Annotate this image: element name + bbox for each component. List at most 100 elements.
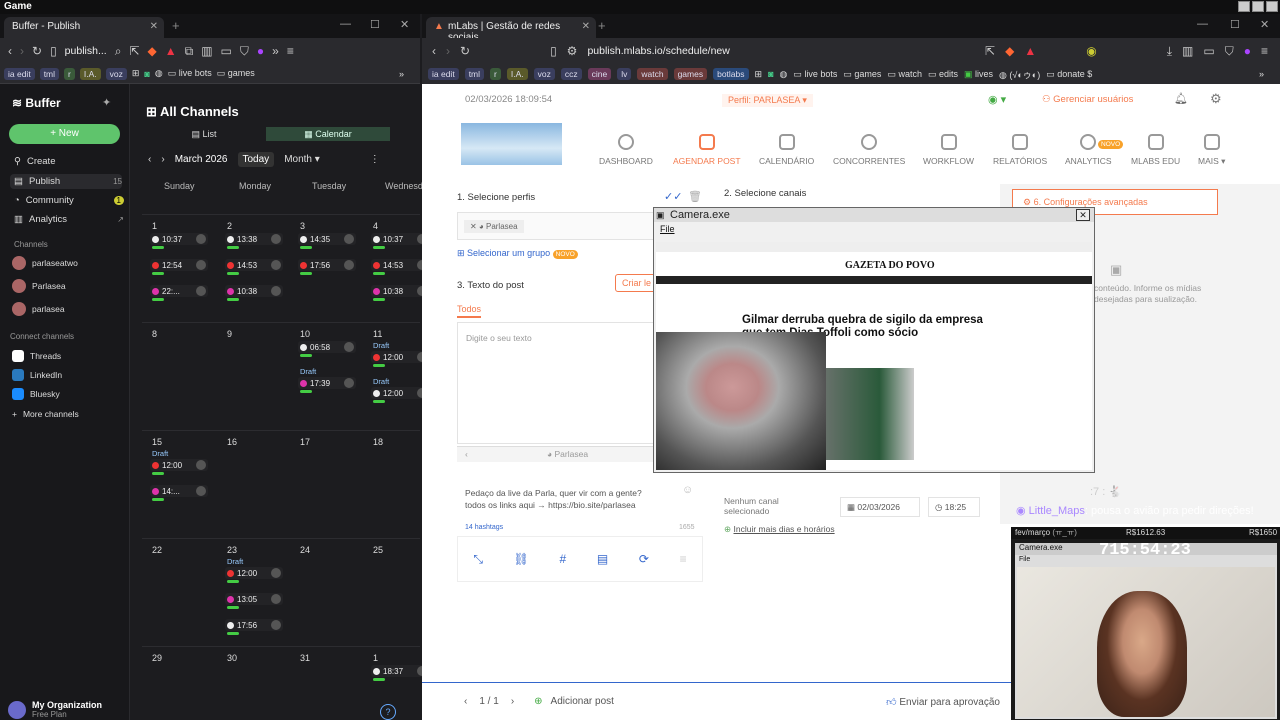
month-mode-select[interactable]: Month ▾ <box>284 154 320 165</box>
scheduled-post[interactable]: 14:53 <box>371 259 429 271</box>
day-number[interactable]: 16 <box>227 437 237 447</box>
globe-icon[interactable]: ◍ <box>780 69 788 80</box>
prev-page-icon[interactable]: ‹ <box>464 696 467 707</box>
bookmark-ia[interactable]: I.A. <box>506 68 528 80</box>
bookmark-ia-edit[interactable]: ia edit <box>4 67 35 80</box>
wallet-icon[interactable]: ▭ <box>221 44 232 58</box>
date-picker[interactable]: ▦ 02/03/2026 <box>840 497 920 517</box>
menu-dashboard[interactable]: DASHBOARD <box>599 134 653 166</box>
chevron-left-icon[interactable]: ‹ <box>465 449 468 459</box>
folder-games[interactable]: ▭ games <box>217 68 255 79</box>
today-button[interactable]: Today <box>237 152 275 167</box>
scheduled-post[interactable]: 18:37 <box>371 665 429 677</box>
bookmark-icon[interactable]: ▯ <box>550 44 557 58</box>
day-number[interactable]: 31 <box>300 653 310 663</box>
nav-publish[interactable]: ▤ Publish 15 <box>10 174 122 189</box>
more-days-link[interactable]: ⊕ Incluir mais dias e horários <box>724 524 835 535</box>
bookmark-cine[interactable]: cine <box>587 68 612 80</box>
leo-icon[interactable]: ● <box>257 44 264 58</box>
minimize-icon[interactable]: — <box>1197 18 1208 30</box>
bookmark-ia[interactable]: I.A. <box>79 67 101 80</box>
sidebar-icon[interactable]: ▥ <box>201 44 212 58</box>
select-all-icon[interactable]: ✓✓ <box>664 190 682 203</box>
more-channels[interactable]: + More channels <box>12 409 79 419</box>
download-icon[interactable]: ⤓ <box>1167 44 1172 59</box>
profile-chip[interactable]: ✕ ◕ Parlasea <box>464 220 524 233</box>
org-switcher[interactable]: My Organization Free Plan <box>8 700 102 719</box>
day-number[interactable]: 4 <box>373 221 378 231</box>
scheduled-post[interactable]: 10:37 <box>150 233 208 245</box>
connect-threads[interactable]: Threads <box>12 350 61 362</box>
nav-analytics[interactable]: ▥ Analytics ↗ <box>14 214 124 225</box>
folder-live-bots[interactable]: ▭ live bots <box>793 69 837 80</box>
scheduled-post[interactable]: 14:... <box>150 485 208 497</box>
scheduled-post[interactable]: 17:39 <box>298 377 356 389</box>
buffer-logo[interactable]: ≋ Buffer <box>12 96 61 110</box>
connect-linkedin[interactable]: LinkedIn <box>12 369 62 381</box>
bookmark-games[interactable]: games <box>673 68 708 80</box>
menu-concorrentes[interactable]: CONCORRENTES <box>833 134 905 166</box>
camera-titlebar[interactable]: ▣ Camera.exe <box>654 208 1094 222</box>
menu-analytics[interactable]: ANALYTICS <box>1065 134 1112 166</box>
day-number[interactable]: 22 <box>152 545 162 555</box>
more-icon[interactable]: » <box>272 44 279 58</box>
create-button[interactable]: Criar le <box>615 274 659 292</box>
share-icon[interactable]: ⇱ <box>985 44 995 58</box>
day-number[interactable]: 17 <box>300 437 310 447</box>
profile-select-box[interactable]: ✕ ◕ Parlasea <box>457 212 657 240</box>
scheduled-post[interactable]: 13:38 <box>225 233 283 245</box>
scheduled-post[interactable]: 14:53 <box>225 259 283 271</box>
document-icon[interactable]: ▤ <box>597 552 608 566</box>
day-number[interactable]: 23 <box>227 545 237 555</box>
brave-shield-icon[interactable]: ◆ <box>148 44 157 58</box>
more-bookmarks-icon[interactable]: » <box>399 69 404 79</box>
repeat-icon[interactable]: ⟳ <box>639 552 649 566</box>
add-post-button[interactable]: Adicionar post <box>551 696 614 707</box>
extensions-icon[interactable]: ◉ <box>1086 44 1096 58</box>
scheduled-post[interactable]: 12:00 <box>371 351 429 363</box>
day-number[interactable]: 11 <box>373 329 382 339</box>
back-icon[interactable]: ‹ <box>8 44 12 58</box>
forward-icon[interactable]: › <box>446 44 450 58</box>
nav-community[interactable]: ◔ Community 1 <box>14 195 124 206</box>
folder-lives[interactable]: ▣ lives <box>964 69 993 80</box>
bookmark-lv[interactable]: lv <box>617 68 632 80</box>
collapse-sidebar-icon[interactable]: ✦ <box>102 96 111 109</box>
scheduled-post[interactable]: 17:56 <box>225 619 283 631</box>
trash-icon[interactable]: 🗑︎ <box>688 190 702 203</box>
more-options-icon[interactable]: ⋮ <box>370 154 380 165</box>
next-page-icon[interactable]: › <box>511 696 514 707</box>
share-icon[interactable]: ⇱ <box>129 44 139 58</box>
channel-item[interactable]: parlaseatwo <box>12 256 78 270</box>
bookmark-r[interactable]: r <box>490 68 501 80</box>
menu-agendar-post[interactable]: AGENDAR POST <box>673 134 741 166</box>
day-number[interactable]: 15 <box>152 437 162 447</box>
folder-emoji[interactable]: ◍ (√◐ゥ◐) <box>999 68 1040 81</box>
vpn-icon[interactable]: ⛉ <box>1225 44 1234 59</box>
maximize-icon[interactable]: ☐ <box>370 18 380 31</box>
day-number[interactable]: 18 <box>373 437 383 447</box>
menu-relatorios[interactable]: RELATÓRIOS <box>993 134 1047 166</box>
prev-month-icon[interactable]: ‹ <box>148 154 151 165</box>
folder-live-bots[interactable]: ▭ live bots <box>168 68 212 79</box>
tab-todos[interactable]: Todos <box>457 304 482 318</box>
new-button[interactable]: + New <box>9 124 120 144</box>
reload-icon[interactable]: ↻ <box>460 44 470 58</box>
status-icon[interactable]: ◉ ▾ <box>988 93 1006 106</box>
day-number[interactable]: 2 <box>227 221 232 231</box>
settings-icon[interactable]: ⚙ <box>1210 91 1222 107</box>
brave-rewards-icon[interactable]: ▲ <box>1024 44 1036 58</box>
folder-watch[interactable]: ▭ watch <box>887 69 922 80</box>
address-bar[interactable]: publish... <box>65 45 107 57</box>
tab-buffer[interactable]: Buffer - Publish ✕ <box>4 17 164 38</box>
tab-calendar[interactable]: ▦ Calendar <box>266 127 390 141</box>
close-tab-icon[interactable]: ✕ <box>582 21 590 32</box>
brave-rewards-icon[interactable]: ▲ <box>165 44 177 58</box>
site-info-icon[interactable]: ⚙ <box>567 44 578 58</box>
day-number[interactable]: 8 <box>152 329 157 339</box>
file-menu[interactable]: File <box>660 224 675 234</box>
day-number[interactable]: 29 <box>152 653 162 663</box>
bookmark-ia-edit[interactable]: ia edit <box>428 68 459 80</box>
minimize-icon[interactable] <box>1238 1 1250 12</box>
scheduled-post[interactable]: 06:58 <box>298 341 356 353</box>
